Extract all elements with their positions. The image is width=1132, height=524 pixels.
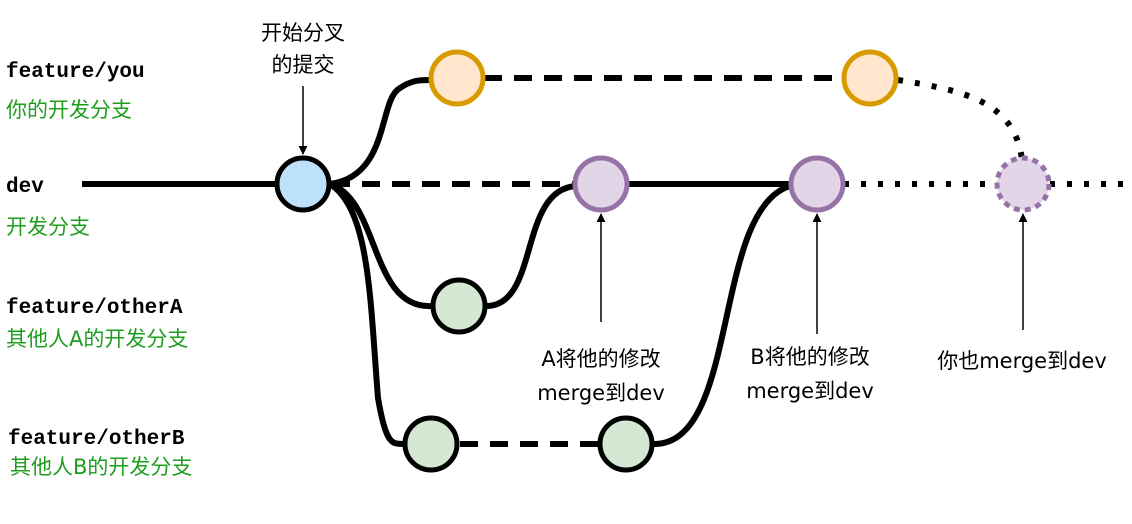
merge-you-note: 你也merge到dev (937, 349, 1107, 373)
fork-commit-note-line1: 开始分叉 (261, 21, 345, 45)
feature-you-commit-2 (841, 49, 899, 107)
feature-otherB-merge-curve (653, 183, 792, 447)
feature-you-commit-1 (428, 49, 486, 107)
dev-merge-commit-a (572, 155, 630, 213)
fork-commit-note-line2: 的提交 (272, 53, 335, 77)
dev-merge-commit-b (788, 155, 846, 213)
feature-otherB-commit-2 (597, 415, 655, 473)
branch-desc-feature-otherA: 其他人A的开发分支 (6, 327, 188, 351)
branch-labels: feature/you 你的开发分支 dev 开发分支 feature/othe… (6, 61, 192, 479)
commits (274, 49, 1052, 473)
branch-name-feature-otherA: feature/otherA (6, 297, 183, 320)
annotations: 开始分叉 的提交 A将他的修改 merge到dev B将他的修改 merge到d… (261, 21, 1107, 405)
branch-name-dev: dev (6, 176, 44, 199)
annotation-arrows (298, 86, 1028, 334)
feature-otherA-merge-curve (485, 183, 577, 309)
git-branch-diagram: feature/you 你的开发分支 dev 开发分支 feature/othe… (6, 21, 1130, 479)
fork-commit (274, 155, 332, 213)
feature-otherA-commit (430, 277, 488, 335)
branch-desc-feature-you: 你的开发分支 (6, 98, 132, 122)
merge-a-note-line2: merge到dev (537, 381, 665, 405)
dev-merge-commit-you (994, 155, 1052, 213)
merge-a-note-line1: A将他的修改 (541, 347, 660, 371)
feature-otherB-commit-1 (402, 415, 460, 473)
branch-name-feature-you: feature/you (6, 61, 145, 84)
branch-desc-feature-otherB: 其他人B的开发分支 (10, 455, 192, 479)
branch-name-feature-otherB: feature/otherB (8, 428, 185, 451)
branch-desc-dev: 开发分支 (6, 215, 90, 239)
merge-b-note-line1: B将他的修改 (750, 345, 869, 369)
feature-you-fork-curve (329, 77, 431, 187)
merge-b-note-line2: merge到dev (746, 379, 874, 403)
feature-you-merge-curve (897, 77, 1025, 161)
